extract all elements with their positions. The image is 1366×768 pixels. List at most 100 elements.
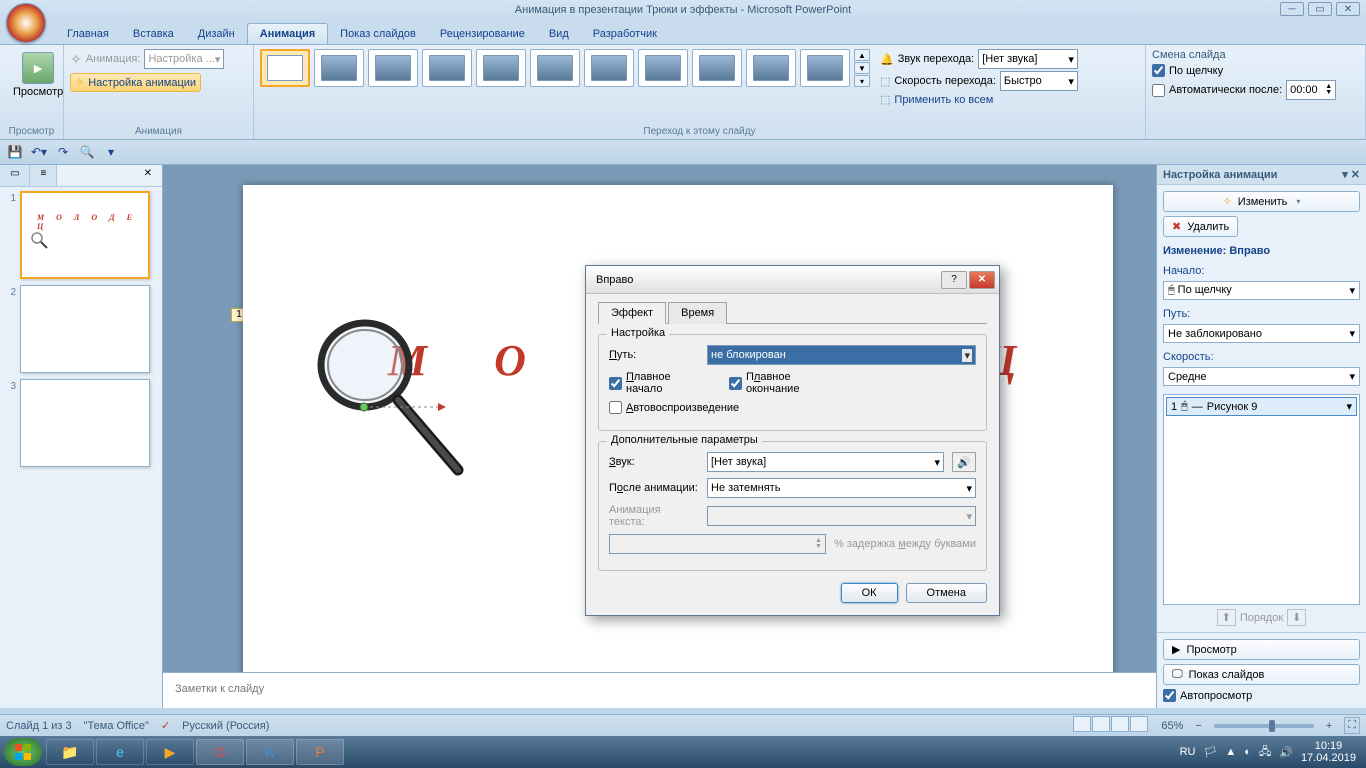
smooth-end-checkbox[interactable]: Плавное окончание [729, 371, 819, 395]
dlg-sound-combo[interactable]: [Нет звука]▾ [707, 452, 944, 472]
transition-none[interactable] [260, 49, 310, 87]
zoom-out-button[interactable]: − [1195, 720, 1201, 732]
transition-item[interactable] [746, 49, 796, 87]
transition-item[interactable] [314, 49, 364, 87]
reorder-up-button[interactable]: ⬆ [1217, 609, 1236, 626]
animation-list[interactable]: 1 🖱 — Рисунок 9 ▾ [1163, 394, 1360, 605]
transition-item[interactable] [422, 49, 472, 87]
tab-design[interactable]: Дизайн [186, 24, 247, 44]
taskbar-media[interactable]: ▶ [146, 739, 194, 765]
path-select[interactable]: Не заблокировано▾ [1163, 324, 1360, 343]
tab-developer[interactable]: Разработчик [581, 24, 669, 44]
transition-item[interactable] [368, 49, 418, 87]
slides-tab[interactable]: ▭ [0, 165, 30, 186]
smooth-start-checkbox[interactable]: Плавное начало [609, 371, 699, 395]
notes-pane[interactable]: Заметки к слайду [163, 672, 1156, 708]
system-tray[interactable]: RU 🏳 ▲ ◐ 🖧 🔊 10:19 17.04.2019 [1180, 740, 1362, 764]
tray-flag-icon[interactable]: 🏳 [1203, 746, 1217, 759]
taskbar-ie[interactable]: e [96, 739, 144, 765]
transition-speed-combo[interactable]: Быстро▾ [1000, 71, 1078, 91]
taskbar-powerpoint[interactable]: P [296, 739, 344, 765]
view-buttons[interactable] [1073, 716, 1149, 735]
taskbar-word[interactable]: W [246, 739, 294, 765]
tab-animation[interactable]: Анимация [247, 23, 328, 44]
custom-animation-button[interactable]: ✧ Настройка анимации [70, 73, 201, 92]
dialog-title: Вправо [596, 274, 633, 286]
slide-thumbnail-2[interactable] [20, 285, 150, 373]
reorder-down-button[interactable]: ⬇ [1287, 609, 1306, 626]
fit-button[interactable]: ⛶ [1344, 717, 1360, 734]
start-button[interactable] [4, 738, 42, 766]
tray-volume-icon[interactable]: 🔊 [1279, 746, 1293, 759]
autopreview-checkbox[interactable]: Автопросмотр [1163, 689, 1360, 702]
transition-item[interactable] [692, 49, 742, 87]
undo-icon[interactable]: ↶▾ [30, 143, 48, 161]
dlg-path-combo[interactable]: не блокирован▾ [707, 345, 976, 365]
dialog-tab-timing[interactable]: Время [668, 302, 727, 324]
taskbar-explorer[interactable]: 📁 [46, 739, 94, 765]
taskbar-opera[interactable]: O [196, 739, 244, 765]
apply-all-button[interactable]: Применить ко всем [894, 94, 993, 106]
autoplay-checkbox[interactable]: Автовоспроизведение [609, 401, 699, 414]
close-button[interactable]: ✕ [1336, 2, 1360, 16]
start-select[interactable]: 🖱 По щелчку▾ [1163, 281, 1360, 300]
dialog-close-icon[interactable]: ✕ [969, 271, 995, 289]
taskpane-menu-icon[interactable]: ▾ [1342, 169, 1348, 181]
qat-item[interactable]: 🔍 [78, 143, 96, 161]
tab-insert[interactable]: Вставка [121, 24, 186, 44]
change-effect-button[interactable]: ✧Изменить [1163, 191, 1360, 212]
redo-icon[interactable]: ↷ [54, 143, 72, 161]
taskpane-preview-button[interactable]: ▶Просмотр [1163, 639, 1360, 660]
taskpane-close-icon[interactable]: ✕ [1351, 169, 1360, 181]
motion-path[interactable] [358, 401, 448, 413]
auto-after-value[interactable]: 00:00▲▼ [1286, 80, 1336, 100]
tray-icon[interactable]: ◐ [1244, 746, 1251, 758]
transition-item[interactable] [800, 49, 850, 87]
preview-button[interactable]: ▶ Просмотр [6, 49, 70, 101]
animation-combo[interactable]: Настройка ...▾ [144, 49, 224, 69]
tray-network-icon[interactable]: 🖧 [1259, 743, 1271, 762]
tab-view[interactable]: Вид [537, 24, 581, 44]
remove-effect-button[interactable]: ✖Удалить [1163, 216, 1238, 237]
speed-select[interactable]: Средне▾ [1163, 367, 1360, 386]
slide-thumbnail-1[interactable]: М О Л О Д Е Ц [20, 191, 150, 279]
dialog-ok-button[interactable]: ОК [841, 583, 898, 603]
sound-volume-button[interactable]: 🔊 [952, 452, 976, 472]
dialog-tab-effect[interactable]: Эффект [598, 302, 666, 324]
minimize-button[interactable]: ─ [1280, 2, 1304, 16]
animation-list-item[interactable]: 1 🖱 — Рисунок 9 ▾ [1166, 397, 1357, 416]
tray-icon[interactable]: ▲ [1225, 746, 1236, 758]
transition-item[interactable] [476, 49, 526, 87]
tray-clock[interactable]: 10:19 17.04.2019 [1301, 740, 1356, 764]
transition-item[interactable] [584, 49, 634, 87]
gallery-scroll[interactable]: ▲▼▾ [854, 49, 870, 87]
tray-lang[interactable]: RU [1180, 746, 1196, 758]
maximize-button[interactable]: ▭ [1308, 2, 1332, 16]
transition-gallery[interactable]: ▲▼▾ [260, 49, 870, 87]
taskpane-slideshow-button[interactable]: 🖵Показ слайдов [1163, 664, 1360, 685]
language-status[interactable]: Русский (Россия) [182, 720, 269, 732]
animation-taskpane: Настройка анимации ▾ ✕ ✧Изменить ✖Удалит… [1156, 165, 1366, 708]
tab-review[interactable]: Рецензирование [428, 24, 537, 44]
dialog-cancel-button[interactable]: Отмена [906, 583, 987, 603]
transition-item[interactable] [638, 49, 688, 87]
transition-speed-label: Скорость перехода: [894, 75, 995, 87]
transition-sound-combo[interactable]: [Нет звука]▾ [978, 49, 1078, 69]
save-icon[interactable]: 💾 [6, 143, 24, 161]
office-button[interactable] [6, 3, 46, 43]
transition-item[interactable] [530, 49, 580, 87]
slide-thumbnail-3[interactable] [20, 379, 150, 467]
panel-close-icon[interactable]: ✕ [134, 165, 162, 186]
outline-tab[interactable]: ≡ [30, 165, 57, 186]
on-click-checkbox[interactable]: По щелчку [1152, 64, 1223, 77]
dlg-after-combo[interactable]: Не затемнять▾ [707, 478, 976, 498]
dialog-help-icon[interactable]: ? [941, 271, 967, 289]
tab-home[interactable]: Главная [55, 24, 121, 44]
auto-after-checkbox[interactable]: Автоматически после: [1152, 84, 1282, 97]
zoom-in-button[interactable]: + [1326, 720, 1332, 732]
tab-slideshow[interactable]: Показ слайдов [328, 24, 428, 44]
zoom-level[interactable]: 65% [1161, 720, 1183, 732]
qat-more[interactable]: ▾ [102, 143, 120, 161]
zoom-slider[interactable] [1214, 724, 1314, 728]
dialog-titlebar[interactable]: Вправо ? ✕ [586, 266, 999, 294]
